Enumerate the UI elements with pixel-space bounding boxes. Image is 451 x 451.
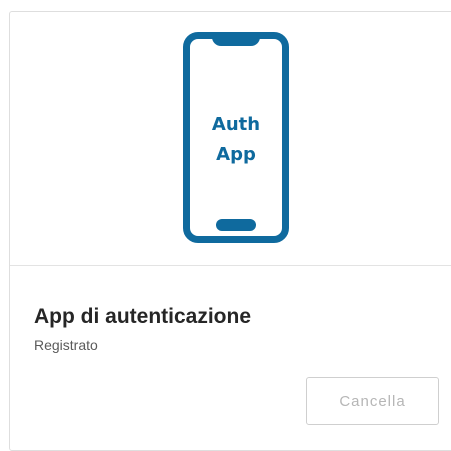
auth-app-card: Auth App App di autenticazione Registrat…	[9, 11, 451, 451]
phone-label: Auth App	[190, 110, 282, 170]
auth-app-phone-icon: Auth App	[183, 32, 289, 243]
phone-label-line1: Auth	[211, 114, 261, 135]
phone-notch	[212, 37, 260, 46]
card-illustration: Auth App	[10, 12, 451, 266]
cancel-button[interactable]: Cancella	[306, 377, 439, 425]
phone-label-line2: App	[216, 144, 256, 165]
card-title: App di autenticazione	[34, 305, 252, 328]
status-text: Registrato	[34, 337, 98, 353]
phone-home-bar	[216, 219, 256, 231]
